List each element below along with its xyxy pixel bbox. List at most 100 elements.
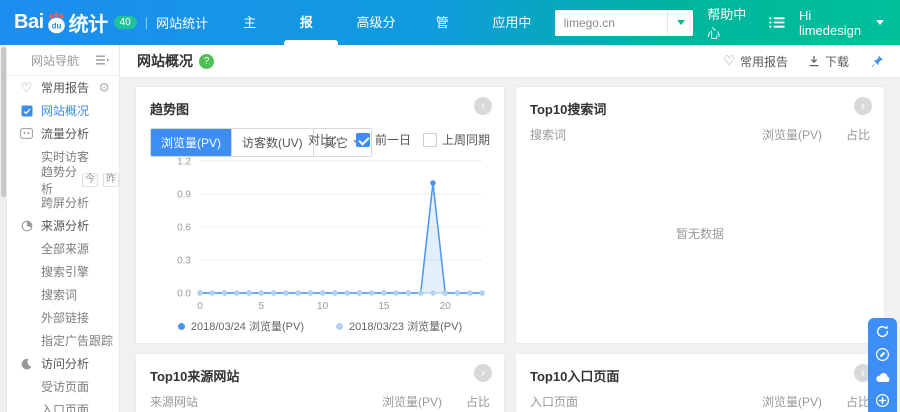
refresh-icon[interactable]: [874, 323, 892, 339]
trend-chart-panel: 趋势图 浏览量(PV) 访客数(UV) 其它 对比： 前一日 上周同期 0.00…: [135, 86, 505, 344]
product-name: 网站统计: [156, 13, 208, 32]
chevron-down-icon: [677, 20, 685, 25]
svg-text:5: 5: [259, 301, 265, 312]
nav-item-report[interactable]: 报告: [283, 0, 340, 45]
logo-version-badge: 40: [114, 16, 137, 29]
help-center-link[interactable]: 帮助中心: [707, 4, 755, 42]
panel-expand-arrow-icon[interactable]: [854, 97, 872, 115]
sidebar-item-label: 搜索引擎: [41, 263, 89, 280]
panel-title: Top10来源网站: [136, 354, 504, 385]
sidebar-item-label: 搜索词: [41, 286, 77, 303]
legend-item-today[interactable]: 2018/03/24 浏览量(PV): [178, 318, 304, 334]
page-title: 网站概况: [137, 51, 193, 71]
compare-controls: 对比： 前一日 上周同期: [308, 131, 490, 148]
svg-text:10: 10: [317, 301, 329, 312]
moon-icon: [19, 358, 34, 370]
sidebar-item-label: 跨屏分析: [41, 194, 89, 211]
main-nav: 主页 报告 高级分析 管理 应用中心: [226, 0, 554, 45]
today-badge[interactable]: 今: [82, 173, 98, 187]
add-icon[interactable]: [874, 392, 892, 408]
feedback-edit-icon[interactable]: [874, 346, 892, 362]
svg-text:15: 15: [378, 301, 390, 312]
compare-option-previous-day[interactable]: 前一日: [356, 131, 411, 148]
sidebar-item-external-links[interactable]: 外部链接: [7, 306, 119, 329]
site-select-dropdown[interactable]: limego.cn: [555, 10, 694, 36]
empty-state-text: 暂无数据: [516, 225, 884, 242]
panel-expand-arrow-icon[interactable]: [474, 97, 492, 115]
legend-item-yesterday[interactable]: 2018/03/23 浏览量(PV): [336, 318, 462, 334]
chevron-down-icon: [876, 20, 884, 25]
download-button[interactable]: 下载: [808, 53, 849, 70]
column-header-name: 入口页面: [530, 393, 744, 410]
sidebar-item-label: 全部来源: [41, 240, 89, 257]
download-icon: [808, 55, 820, 67]
column-header-ratio: 占比: [822, 126, 870, 143]
svg-text:0.3: 0.3: [177, 256, 191, 267]
site-select-button[interactable]: [667, 10, 693, 36]
heart-icon: ♡: [19, 80, 34, 96]
sidebar-item-cross-screen[interactable]: 跨屏分析: [7, 191, 119, 214]
sidebar-item-search-words[interactable]: 搜索词: [7, 283, 119, 306]
sidebar-item-visited-pages[interactable]: 受访页面: [7, 375, 119, 398]
yesterday-badge[interactable]: 昨: [103, 173, 119, 187]
sidebar-item-label: 来源分析: [41, 217, 89, 234]
user-menu[interactable]: Hi limedesign: [799, 8, 884, 38]
nav-item-advanced-analysis[interactable]: 高级分析: [339, 0, 418, 45]
sidebar-item-all-sources[interactable]: 全部来源: [7, 237, 119, 260]
compare-option-same-week[interactable]: 上周同期: [423, 131, 490, 148]
sidebar-item-search-engines[interactable]: 搜索引擎: [7, 260, 119, 283]
sidebar-item-source-analysis[interactable]: 来源分析: [7, 214, 119, 237]
table-header-row: 搜索词 浏览量(PV) 占比: [516, 118, 884, 143]
legend-dot-icon: [178, 323, 185, 330]
favorite-report-button[interactable]: ♡ 常用报告: [723, 53, 788, 70]
sidebar-item-ad-tracking[interactable]: 指定广告跟踪: [7, 329, 119, 352]
help-question-icon[interactable]: ?: [199, 54, 214, 69]
compare-option-label: 前一日: [375, 131, 411, 148]
pin-icon[interactable]: [869, 54, 884, 69]
sidebar-item-label: 网站概况: [41, 102, 89, 119]
cloud-icon[interactable]: [874, 369, 892, 385]
sidebar-item-label: 外部链接: [41, 309, 89, 326]
page-header-actions: ♡ 常用报告 下载: [723, 53, 884, 70]
sidebar-item-label: 入口页面: [41, 401, 89, 412]
logo-divider: |: [145, 15, 148, 30]
site-select-value: limego.cn: [555, 10, 668, 36]
pie-chart-icon: [19, 220, 34, 232]
checkbox-same-week[interactable]: [423, 133, 437, 147]
panel-expand-arrow-icon[interactable]: [474, 364, 492, 382]
baidu-tongji-logo[interactable]: Bai du 统计 40 | 网站统计: [0, 8, 208, 37]
column-header-ratio: 占比: [442, 393, 490, 410]
panel-title: 趋势图: [136, 87, 504, 118]
sidebar-scrollbar[interactable]: [0, 45, 7, 412]
top-header: Bai du 统计 40 | 网站统计 主页 报告 高级分析 管理 应用中心 l…: [0, 0, 900, 45]
top10-referrer-sites-panel: Top10来源网站 来源网站 浏览量(PV) 占比: [135, 353, 505, 412]
nav-item-manage[interactable]: 管理: [419, 0, 476, 45]
favorite-report-label: 常用报告: [740, 53, 788, 70]
nav-item-home[interactable]: 主页: [226, 0, 283, 45]
sidebar-item-label: 受访页面: [41, 378, 89, 395]
sidebar-item-traffic-analysis[interactable]: 流量分析: [7, 122, 119, 145]
sidebar-item-entry-pages[interactable]: 入口页面: [7, 398, 119, 412]
legend-label: 2018/03/23 浏览量(PV): [349, 318, 462, 334]
collapse-menu-icon[interactable]: [96, 55, 109, 65]
sidebar-item-visit-analysis[interactable]: 访问分析: [7, 352, 119, 375]
floating-toolbar: [868, 318, 897, 412]
legend-label: 2018/03/24 浏览量(PV): [191, 318, 304, 334]
svg-text:0: 0: [197, 301, 203, 312]
scrollbar-thumb[interactable]: [1, 47, 6, 197]
list-menu-icon[interactable]: [769, 16, 785, 29]
sidebar-item-site-overview[interactable]: 网站概况: [7, 99, 119, 122]
column-header-ratio: 占比: [822, 393, 870, 410]
checkbox-previous-day[interactable]: [356, 133, 370, 147]
nav-item-app-center[interactable]: 应用中心: [475, 0, 554, 45]
page-header: 网站概况 ? ♡ 常用报告 下载: [120, 45, 900, 78]
svg-text:1.2: 1.2: [177, 157, 191, 168]
svg-text:0.6: 0.6: [177, 223, 191, 234]
table-header-row: 入口页面 浏览量(PV) 占比: [516, 385, 884, 410]
gear-icon[interactable]: ⚙: [98, 80, 110, 96]
sidebar-item-common-reports[interactable]: ♡ 常用报告 ⚙: [7, 76, 119, 99]
header-right: limego.cn 帮助中心 Hi limedesign: [555, 4, 900, 42]
sidebar-item-trend-analysis[interactable]: 趋势分析 今 昨: [7, 168, 119, 191]
column-header-pv: 浏览量(PV): [364, 393, 442, 410]
trend-line-chart[interactable]: 0.00.30.60.91.205101520: [136, 151, 504, 319]
